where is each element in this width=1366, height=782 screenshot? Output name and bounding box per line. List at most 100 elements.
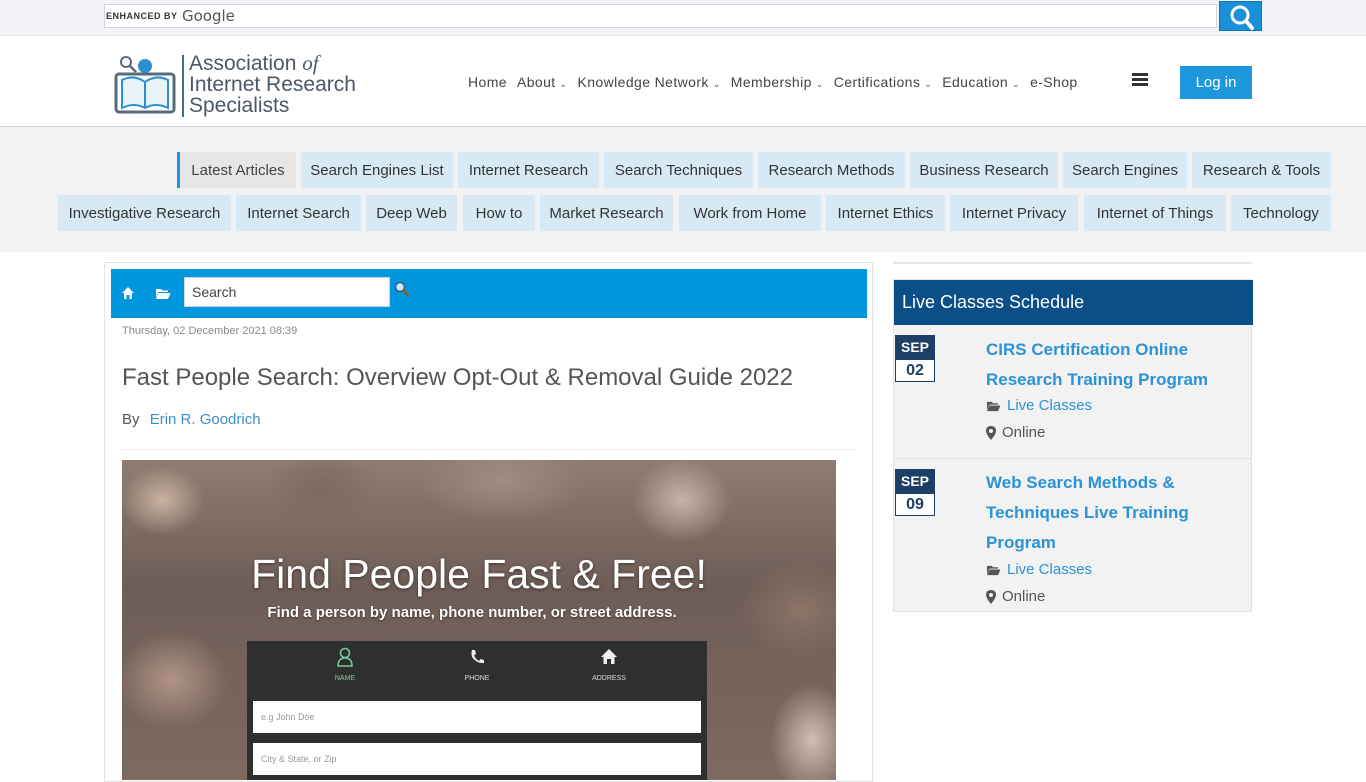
chevron-down-icon: ⌄ (559, 79, 568, 89)
event-month: SEP (895, 469, 935, 493)
event-location: Online (986, 424, 1045, 441)
tag-market-research[interactable]: Market Research (540, 195, 673, 231)
chevron-down-icon: ⌄ (1012, 79, 1021, 89)
hero-tab-label: ADDRESS (592, 675, 626, 682)
house-icon (601, 649, 617, 664)
event-category: Live Classes (986, 397, 1092, 414)
folder-open-icon[interactable] (155, 287, 171, 300)
nav-item-certifications[interactable]: Certifications ⌄ (834, 74, 932, 90)
nav-label: Certifications (833, 74, 921, 90)
event-date-badge: SEP 02 (895, 335, 935, 382)
main-nav: Home About ⌄ Knowledge Network ⌄ Membershi… (468, 72, 1088, 92)
event-day: 09 (895, 493, 935, 516)
tag-research-tools[interactable]: Research & Tools (1192, 152, 1331, 188)
site-logo-text[interactable]: Association of Internet Research Special… (189, 51, 369, 117)
tag-internet-ethics[interactable]: Internet Ethics (826, 195, 945, 231)
search-icon[interactable] (394, 281, 410, 297)
hamburger-menu-icon[interactable] (1132, 73, 1148, 87)
search-icon (1230, 5, 1254, 30)
folder-open-icon (987, 565, 1001, 575)
hero-tab-phone: PHONE (437, 647, 517, 682)
tag-work-from-home[interactable]: Work from Home (679, 195, 821, 231)
nav-item-eshop[interactable]: e-Shop (1030, 74, 1078, 90)
tag-how-to[interactable]: How to (463, 195, 535, 231)
event-location-label: Online (1002, 588, 1046, 605)
site-header: Association of Internet Research Special… (0, 36, 1366, 127)
tag-search-engines-list[interactable]: Search Engines List (301, 152, 453, 188)
folder-open-icon (987, 401, 1001, 411)
category-tags: Latest Articles Search Engines List Inte… (0, 127, 1366, 252)
article-date: Thursday, 02 December 2021 08:39 (122, 325, 298, 337)
tag-internet-privacy[interactable]: Internet Privacy (950, 195, 1078, 231)
hero-tab-name: NAME (305, 647, 385, 682)
tag-technology[interactable]: Technology (1231, 195, 1331, 231)
google-label: Google (182, 7, 235, 25)
live-classes-widget: Live Classes Schedule SEP 02 CIRS Certif… (893, 279, 1253, 613)
article-card: Search Thursday, 02 December 2021 08:39 … (104, 262, 873, 782)
chevron-down-icon: ⌄ (815, 79, 824, 89)
tag-search-engines[interactable]: Search Engines (1063, 152, 1187, 188)
tag-internet-of-things[interactable]: Internet of Things (1084, 195, 1226, 231)
nav-item-about[interactable]: About ⌄ (517, 74, 568, 90)
nav-item-membership[interactable]: Membership ⌄ (731, 74, 824, 90)
person-icon (337, 647, 353, 667)
event-day: 02 (895, 359, 935, 382)
event-title-link[interactable]: CIRS Certification Online Research Train… (986, 335, 1236, 395)
article-byline: By Erin R. Goodrich (122, 411, 261, 428)
nav-label: About (516, 74, 556, 90)
sidebar-top-line (893, 262, 1252, 264)
airs-logo-icon[interactable] (112, 52, 178, 118)
logo-line-1-of: of (302, 51, 319, 75)
event-category-link[interactable]: Live Classes (1007, 397, 1092, 414)
article-title: Fast People Search: Overview Opt-Out & R… (122, 364, 793, 391)
tag-business-research[interactable]: Business Research (910, 152, 1058, 188)
tag-research-methods[interactable]: Research Methods (758, 152, 905, 188)
chevron-down-icon: ⌄ (924, 79, 933, 89)
login-button[interactable]: Log in (1180, 66, 1252, 99)
chevron-down-icon: ⌄ (712, 79, 721, 89)
event-item: SEP 02 CIRS Certification Online Researc… (894, 325, 1253, 458)
article-toolbar: Search (111, 269, 867, 318)
tag-latest-articles[interactable]: Latest Articles (177, 152, 296, 188)
divider (122, 449, 856, 450)
tag-search-techniques[interactable]: Search Techniques (604, 152, 753, 188)
event-category-link[interactable]: Live Classes (1007, 561, 1092, 578)
nav-label: e-Shop (1030, 74, 1078, 90)
hero-location-field: City & State, or Zip (253, 743, 701, 775)
widget-heading: Live Classes Schedule (894, 280, 1253, 325)
tag-internet-research[interactable]: Internet Research (458, 152, 599, 188)
google-search-input[interactable]: ENHANCED BY Google (104, 4, 1217, 28)
nav-label: Membership (730, 74, 812, 90)
nav-label: Education (942, 74, 1009, 90)
tag-internet-search[interactable]: Internet Search (236, 195, 361, 231)
nav-item-knowledge-network[interactable]: Knowledge Network ⌄ (578, 74, 721, 90)
hero-search-panel: NAME PHONE ADDRESS e.g John Doe City & S… (247, 641, 707, 780)
hero-subhead: Find a person by name, phone number, or … (267, 604, 677, 621)
hero-headline: Find People Fast & Free! (251, 551, 707, 597)
event-location: Online (986, 588, 1045, 605)
event-item: SEP 09 Web Search Methods & Techniques L… (894, 459, 1253, 613)
nav-label: Knowledge Network (577, 74, 709, 90)
logo-line-2: Internet Research (189, 73, 356, 96)
nav-item-education[interactable]: Education ⌄ (942, 74, 1020, 90)
tag-deep-web[interactable]: Deep Web (366, 195, 457, 231)
logo-line-1: Association (189, 52, 297, 75)
google-search-bar: ENHANCED BY Google (0, 0, 1366, 36)
hero-name-field: e.g John Doe (253, 701, 701, 733)
article-search-input[interactable]: Search (184, 277, 390, 307)
by-label: By (122, 411, 140, 428)
hero-tab-address: ADDRESS (569, 647, 649, 682)
article-hero-image: Find People Fast & Free! Find a person b… (122, 460, 836, 780)
nav-item-home[interactable]: Home (468, 74, 507, 90)
hero-tab-label: NAME (334, 675, 356, 682)
logo-divider (182, 55, 184, 117)
event-title-link[interactable]: Web Search Methods & Techniques Live Tra… (986, 468, 1236, 558)
map-marker-icon (986, 589, 996, 604)
tag-investigative-research[interactable]: Investigative Research (58, 195, 231, 231)
author-link[interactable]: Erin R. Goodrich (150, 411, 261, 428)
phone-icon (471, 650, 484, 664)
home-icon[interactable] (121, 286, 135, 300)
event-date-badge: SEP 09 (895, 469, 935, 516)
map-marker-icon (986, 425, 996, 440)
google-search-button[interactable] (1219, 1, 1262, 31)
